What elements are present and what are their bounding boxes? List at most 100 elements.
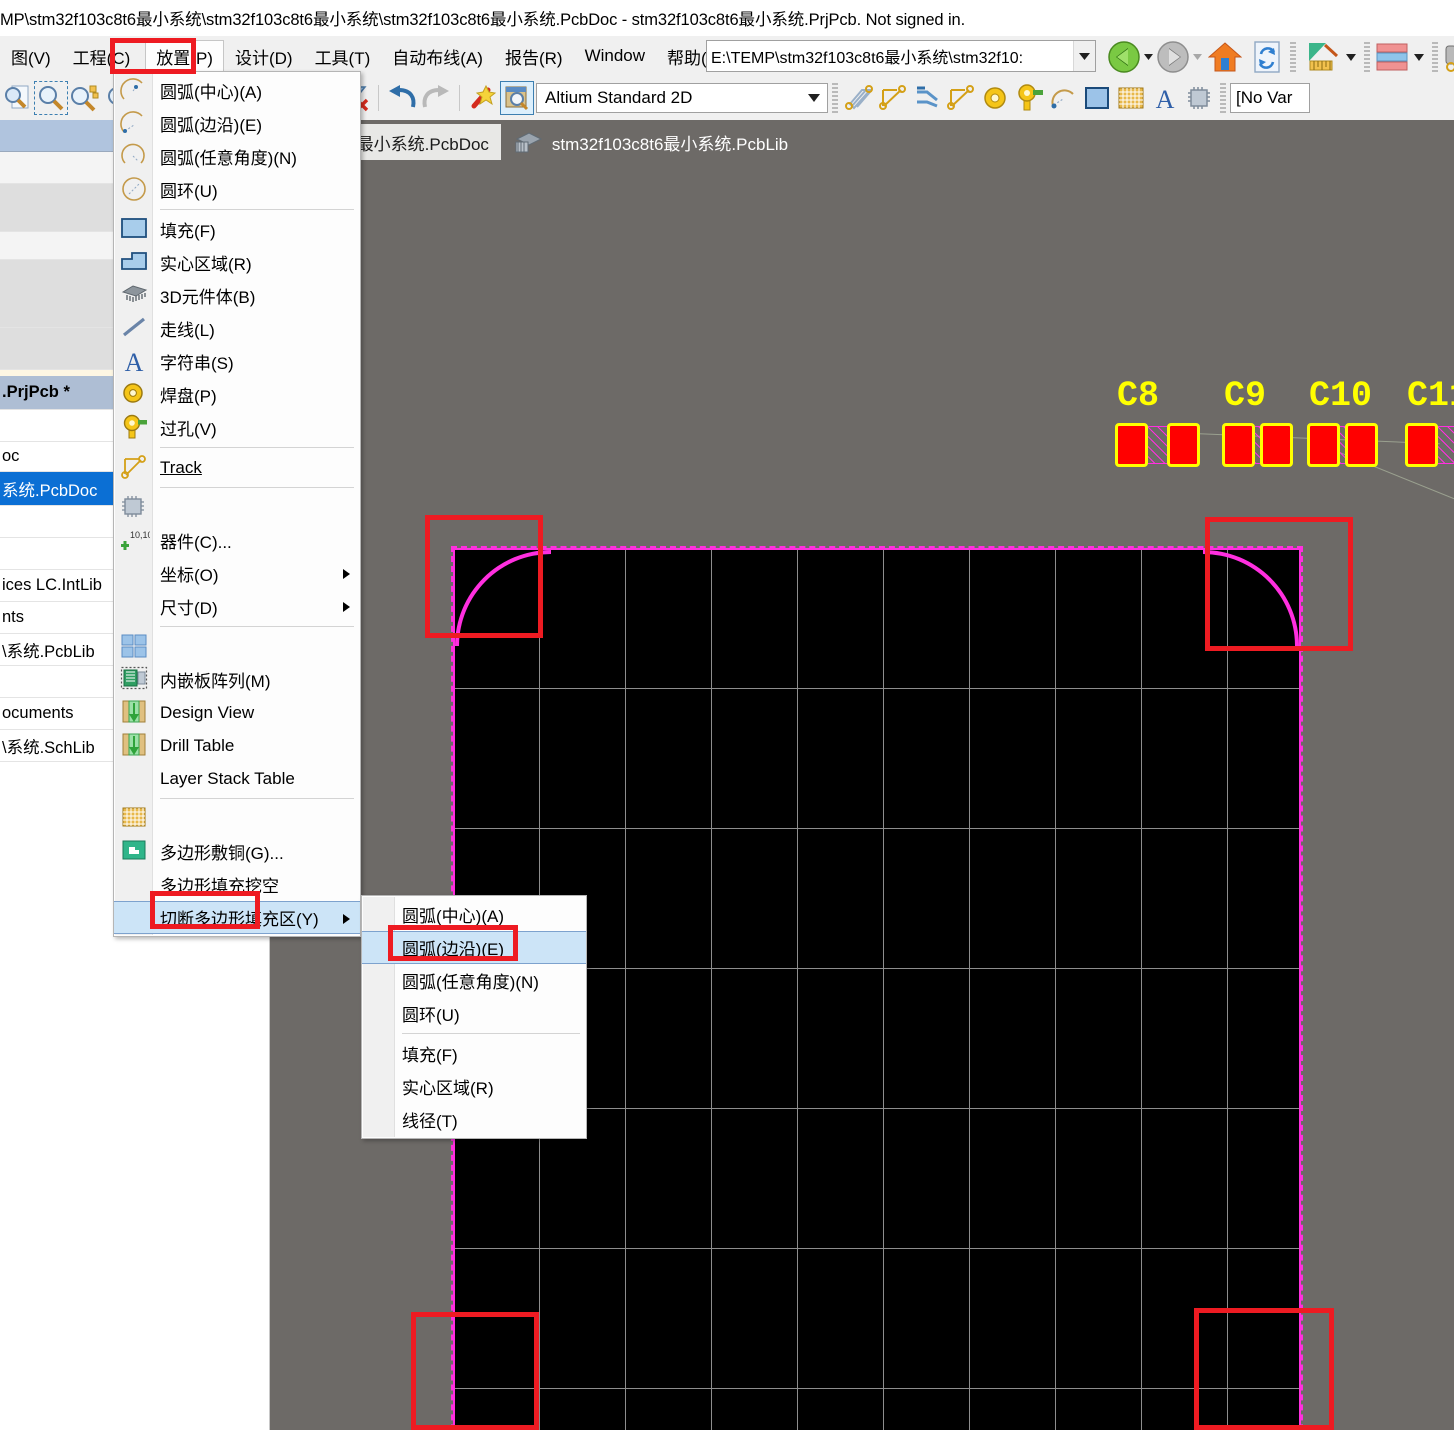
menu-item-via[interactable]: 过孔(V) xyxy=(114,411,360,444)
refresh-icon[interactable] xyxy=(1252,40,1282,74)
toolbar-separator xyxy=(459,85,460,111)
chevron-down-icon[interactable] xyxy=(1144,54,1153,60)
document-tab-strip[interactable]: 2f103c8t6最小系统.PcbDoc stm32f103c8t6最小系统.P… xyxy=(270,120,1454,160)
menu-item-dimension[interactable]: 坐标(O) xyxy=(114,557,360,590)
menu-design[interactable]: 设计(D) xyxy=(224,40,304,73)
menu-item-fill[interactable]: 填充(F) xyxy=(114,213,360,246)
place-region-icon[interactable] xyxy=(1114,81,1148,115)
place-line-icon[interactable] xyxy=(876,81,910,115)
forward-icon[interactable] xyxy=(1155,39,1191,75)
submenu-item-arc-center[interactable]: 圆弧(中心)(A) xyxy=(362,898,586,931)
component-pad[interactable] xyxy=(1260,423,1293,467)
chevron-down-icon[interactable] xyxy=(1073,41,1095,71)
navigation-buttons[interactable] xyxy=(1104,38,1454,76)
menu-item-embedded-board-array[interactable] xyxy=(114,630,360,663)
redo-icon[interactable] xyxy=(419,81,453,115)
place-via-icon[interactable] xyxy=(1012,81,1046,115)
layer-stack-icon[interactable] xyxy=(1374,42,1410,72)
submenu-item-arc-any-angle[interactable]: 圆弧(任意角度)(N) xyxy=(362,964,586,997)
pcb-component[interactable]: C9 xyxy=(1222,376,1310,474)
menu-item-drill-table[interactable]: Design View xyxy=(114,696,360,729)
keepout-submenu-popup[interactable]: 圆弧(中心)(A) 圆弧(边沿)(E) 圆弧(任意角度)(N) 圆环(U) 填充… xyxy=(361,895,587,1139)
place-menu-popup[interactable]: 圆弧(中心)(A) 圆弧(边沿)(E) 圆弧(任意角度)(N) 圆环(U) 填充… xyxy=(113,71,361,937)
component-pad[interactable] xyxy=(1405,423,1438,467)
undo-icon[interactable] xyxy=(385,81,419,115)
menu-separator xyxy=(402,1033,580,1034)
submenu-item-fill[interactable]: 填充(F) xyxy=(362,1037,586,1070)
place-pad-icon[interactable] xyxy=(978,81,1012,115)
zoom-selected-icon[interactable] xyxy=(68,81,102,115)
menu-item-polygon-cutout[interactable]: 多边形敷铜(G)... xyxy=(114,835,360,868)
menu-item-design-view[interactable]: 内嵌板阵列(M) xyxy=(114,663,360,696)
component-pad[interactable] xyxy=(1307,423,1340,467)
pcb-component[interactable]: C8 xyxy=(1115,376,1203,474)
menu-design-label: 设计(D) xyxy=(234,48,293,68)
menu-tools[interactable]: 工具(T) xyxy=(304,40,382,73)
polygon-pour-icon[interactable] xyxy=(842,81,876,115)
component-pad[interactable] xyxy=(1345,423,1378,467)
zoom-document-icon[interactable] xyxy=(0,81,34,115)
menu-item-arc-center[interactable]: 圆弧(中心)(A) xyxy=(114,74,360,107)
menu-item-track[interactable]: Track xyxy=(114,451,360,484)
differential-pair-icon[interactable] xyxy=(910,81,944,115)
menu-item-work-guide[interactable]: 尺寸(D) xyxy=(114,590,360,623)
component-pad[interactable] xyxy=(1167,423,1200,467)
menu-item-polygon-pour[interactable] xyxy=(114,802,360,835)
menu-item-label: 实心区域(R) xyxy=(402,1079,494,1098)
chevron-down-icon[interactable] xyxy=(1346,53,1356,61)
menu-autoroute-label: 自动布线(A) xyxy=(392,48,483,68)
arc-any-angle-icon xyxy=(120,143,148,170)
arc-edge-icon xyxy=(120,110,148,137)
pcb-component[interactable]: C10 xyxy=(1307,376,1395,474)
pcb-component[interactable]: C11 xyxy=(1405,376,1454,474)
place-arc-icon[interactable] xyxy=(1046,81,1080,115)
menu-view[interactable]: 图(V) xyxy=(0,40,62,73)
menu-item-3d-body[interactable]: 3D元件体(B) xyxy=(114,279,360,312)
tab-pcblib[interactable]: stm32f103c8t6最小系统.PcbLib xyxy=(501,124,800,160)
binoculars-icon[interactable] xyxy=(1442,41,1454,73)
place-component-icon[interactable] xyxy=(1182,81,1216,115)
menu-item-label: Design View xyxy=(160,702,255,722)
menu-item-coordinate[interactable]: 10,10 器件(C)... xyxy=(114,524,360,557)
pcb-canvas[interactable]: C8 C9 C10 C11 xyxy=(270,160,1454,1430)
menu-item-component[interactable] xyxy=(114,491,360,524)
menu-item-circle[interactable]: 圆环(U) xyxy=(114,173,360,206)
chevron-down-icon[interactable] xyxy=(801,94,827,102)
menu-autoroute[interactable]: 自动布线(A) xyxy=(381,40,494,73)
submenu-item-circle[interactable]: 圆环(U) xyxy=(362,997,586,1030)
component-pad[interactable] xyxy=(1115,423,1148,467)
place-string-icon[interactable]: A xyxy=(1148,81,1182,115)
menu-project[interactable]: 工程(C) xyxy=(62,40,142,73)
home-icon[interactable] xyxy=(1208,40,1242,74)
wand-icon[interactable] xyxy=(466,81,500,115)
submenu-item-arc-edge[interactable]: 圆弧(边沿)(E) xyxy=(362,931,586,964)
submenu-item-track-width[interactable]: 线径(T) xyxy=(362,1103,586,1136)
menu-item-string[interactable]: A 字符串(S) xyxy=(114,345,360,378)
view-configuration-combo[interactable]: Altium Standard 2D xyxy=(536,83,828,113)
menu-item-arc-any-angle[interactable]: 圆弧(任意角度)(N) xyxy=(114,140,360,173)
zoom-window-icon[interactable] xyxy=(34,81,68,115)
menu-item-label: 圆环(U) xyxy=(160,182,218,201)
menu-item-slice-polygon-pour[interactable]: 多边形填充挖空 xyxy=(114,868,360,901)
submenu-item-solid-region[interactable]: 实心区域(R) xyxy=(362,1070,586,1103)
variant-field[interactable]: [No Var xyxy=(1230,83,1310,113)
place-fill-icon[interactable] xyxy=(1080,81,1114,115)
menu-item-pad[interactable]: 焊盘(P) xyxy=(114,378,360,411)
back-icon[interactable] xyxy=(1106,39,1142,75)
menu-item-object-from-file[interactable]: Layer Stack Table xyxy=(114,762,360,795)
menu-item-arc-edge[interactable]: 圆弧(边沿)(E) xyxy=(114,107,360,140)
menu-reports[interactable]: 报告(R) xyxy=(494,40,574,73)
chevron-down-icon[interactable] xyxy=(1193,54,1202,60)
interactive-route-icon[interactable] xyxy=(944,81,978,115)
menu-item-keepout[interactable]: 切断多边形填充区(Y) xyxy=(114,901,360,934)
menu-item-line[interactable]: 走线(L) xyxy=(114,312,360,345)
measure-icon[interactable] xyxy=(1306,40,1342,74)
menu-item-solid-region[interactable]: 实心区域(R) xyxy=(114,246,360,279)
component-pad[interactable] xyxy=(1222,423,1255,467)
document-path-combo[interactable]: E:\TEMP\stm32f103c8t6最小系统\stm32f10: xyxy=(706,40,1096,72)
menu-place[interactable]: 放置(P) xyxy=(145,39,224,73)
menu-item-layer-stack-table[interactable]: Drill Table xyxy=(114,729,360,762)
menu-window[interactable]: Window xyxy=(574,42,656,70)
chevron-down-icon[interactable] xyxy=(1414,53,1424,61)
browse-icon[interactable] xyxy=(500,81,534,115)
